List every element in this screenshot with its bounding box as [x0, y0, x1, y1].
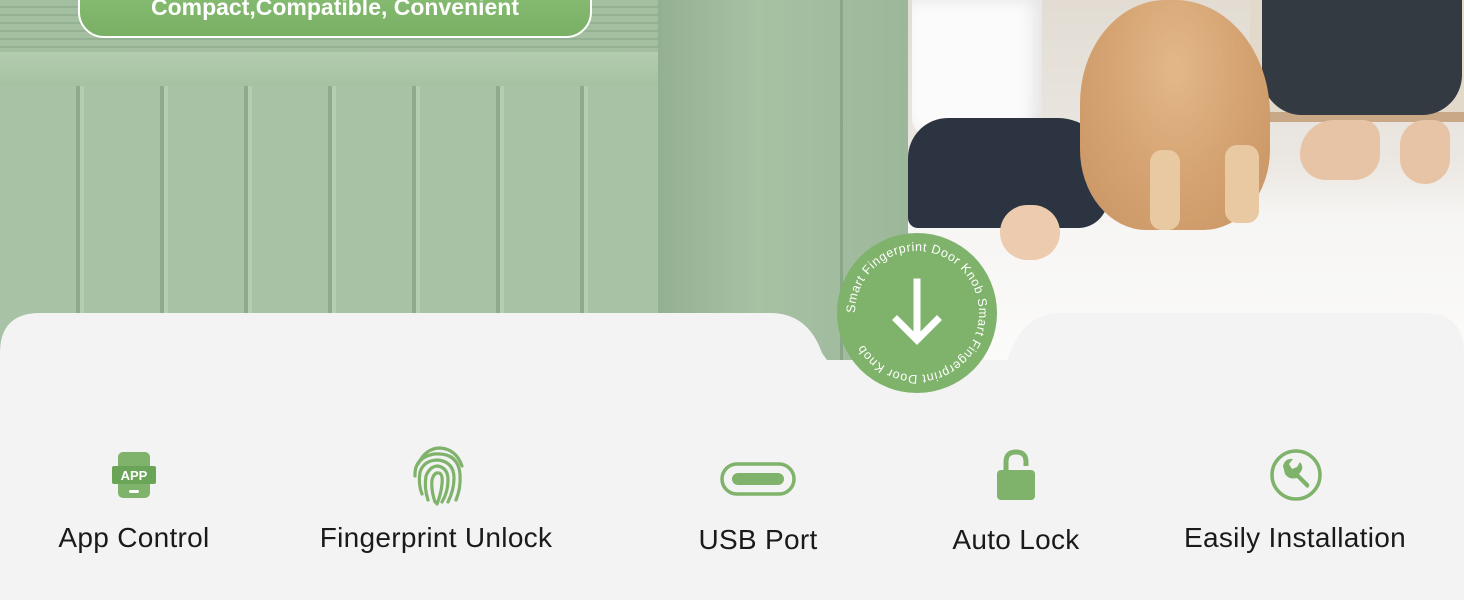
hero-image: Compact,Compatible, Convenient	[0, 0, 1464, 360]
feature-fingerprint-unlock: Fingerprint Unlock	[286, 444, 586, 564]
feature-usb-port: USB Port	[608, 458, 908, 568]
app-icon: APP	[112, 452, 156, 498]
feature-label: Auto Lock	[952, 524, 1080, 555]
feature-label: App Control	[58, 522, 210, 553]
svg-text:APP: APP	[121, 468, 148, 483]
adult-foot	[1400, 120, 1450, 184]
dog-leg	[1225, 145, 1259, 223]
door-panel-top	[0, 52, 660, 86]
fingerprint-icon	[413, 446, 464, 506]
feature-label: Fingerprint Unlock	[319, 522, 553, 553]
tagline-pill: Compact,Compatible, Convenient	[78, 0, 592, 38]
feature-app-control: APP App Control	[0, 448, 284, 568]
feature-easy-installation: Easily Installation	[1145, 446, 1445, 566]
dog-leg	[1150, 150, 1180, 230]
feature-auto-lock: Auto Lock	[866, 448, 1166, 568]
padlock-icon	[997, 449, 1035, 500]
feature-label: USB Port	[698, 524, 818, 555]
adult-foot	[1300, 120, 1380, 180]
feature-label: Easily Installation	[1183, 522, 1407, 553]
adult-legs	[1262, 0, 1462, 115]
wrench-icon	[1270, 449, 1322, 501]
child-foot	[1000, 205, 1060, 260]
scroll-down-badge[interactable]: Smart Fingerprint Door Knob Smart Finger…	[836, 232, 998, 394]
usb-c-icon	[720, 462, 796, 496]
green-door	[0, 0, 908, 360]
